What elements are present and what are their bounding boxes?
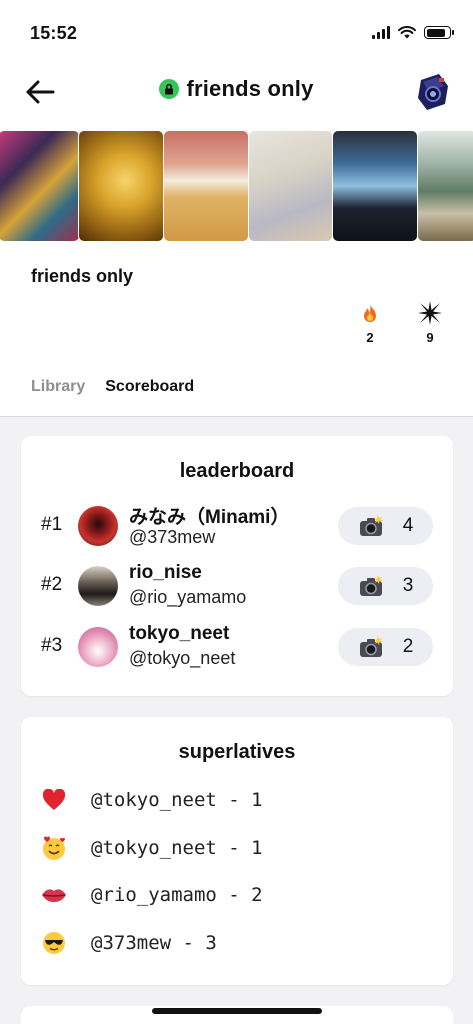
photo-thumbnail[interactable] <box>163 130 249 242</box>
leaderboard-row[interactable]: #2 rio_nise @rio_yamamo 3 <box>21 558 453 614</box>
superlative-text: @tokyo_neet - 1 <box>91 837 263 859</box>
header-section: 15:52 friends only friends only 2 9 Libr… <box>0 0 473 417</box>
rank-label: #3 <box>41 635 63 656</box>
camera-flash-icon <box>359 515 383 536</box>
user-name: rio_nise <box>129 562 202 583</box>
superlative-row[interactable]: @rio_yamamo - 2 <box>41 880 263 910</box>
photo-thumbnail[interactable] <box>0 130 80 242</box>
photo-count: 3 <box>402 575 414 596</box>
lock-icon <box>159 79 180 99</box>
photo-thumbnail[interactable] <box>78 130 164 242</box>
lips-icon <box>41 882 67 908</box>
photo-count-pill[interactable]: 2 <box>338 628 433 666</box>
camera-avatar-icon <box>418 74 448 110</box>
superlative-row[interactable]: @tokyo_neet - 1 <box>41 785 263 815</box>
superlatives-title: superlatives <box>178 741 296 763</box>
fire-icon <box>355 300 385 326</box>
spark-icon <box>415 300 445 326</box>
home-indicator[interactable] <box>152 1008 322 1014</box>
user-handle: @rio_yamamo <box>129 587 247 607</box>
photo-count-pill[interactable]: 3 <box>338 567 433 605</box>
smiling-hearts-icon <box>41 835 67 861</box>
leaderboard-title: leaderboard <box>179 460 295 482</box>
photo-strip[interactable] <box>0 130 473 242</box>
superlative-text: @373mew - 3 <box>91 932 217 954</box>
rank-label: #2 <box>41 574 63 595</box>
nav-title-group: friends only <box>0 76 473 102</box>
spark-stat: 9 <box>415 300 445 345</box>
tab-scoreboard[interactable]: Scoreboard <box>105 378 194 396</box>
avatar[interactable] <box>78 627 118 667</box>
user-name: みなみ（Minami） <box>129 507 290 528</box>
album-avatar-button[interactable] <box>415 70 451 112</box>
page-title: friends only <box>186 76 314 101</box>
leaderboard-row[interactable]: #3 tokyo_neet @tokyo_neet 2 <box>21 619 453 675</box>
album-title: friends only <box>31 266 134 286</box>
rank-label: #1 <box>41 514 63 535</box>
heart-icon <box>41 787 67 813</box>
leaderboard-card: leaderboard #1 みなみ（Minami） @373mew 4 #2 … <box>21 436 453 696</box>
leaderboard-row[interactable]: #1 みなみ（Minami） @373mew 4 <box>21 498 453 554</box>
camera-flash-icon <box>359 575 383 596</box>
user-handle: @373mew <box>129 527 216 547</box>
fire-stat: 2 <box>355 300 385 345</box>
spark-count: 9 <box>426 330 434 345</box>
status-icons <box>372 26 454 39</box>
superlative-row[interactable]: @tokyo_neet - 1 <box>41 833 263 863</box>
cellular-signal-icon <box>372 26 390 39</box>
photo-thumbnail[interactable] <box>332 130 418 242</box>
photo-count: 4 <box>402 515 414 536</box>
photo-thumbnail[interactable] <box>248 130 333 242</box>
avatar[interactable] <box>78 566 118 606</box>
sunglasses-icon <box>41 930 67 956</box>
user-name: tokyo_neet <box>129 623 230 644</box>
status-time: 15:52 <box>30 23 78 43</box>
fire-count: 2 <box>366 330 374 345</box>
avatar[interactable] <box>78 506 118 546</box>
navigation-bar: friends only <box>0 62 473 122</box>
camera-flash-icon <box>359 636 383 657</box>
photo-count-pill[interactable]: 4 <box>338 507 433 545</box>
photo-count: 2 <box>402 636 414 657</box>
tab-library[interactable]: Library <box>31 378 85 396</box>
photo-thumbnail[interactable] <box>417 130 473 242</box>
tab-bar: Library Scoreboard <box>31 378 194 396</box>
battery-icon <box>424 26 454 39</box>
user-handle: @tokyo_neet <box>129 648 236 668</box>
superlative-text: @tokyo_neet - 1 <box>91 789 263 811</box>
status-bar: 15:52 <box>0 0 473 62</box>
wifi-icon <box>398 26 416 39</box>
superlative-row[interactable]: @373mew - 3 <box>41 928 217 958</box>
superlatives-card: superlatives @tokyo_neet - 1 @tokyo_neet… <box>21 717 453 985</box>
superlative-text: @rio_yamamo - 2 <box>91 884 263 906</box>
